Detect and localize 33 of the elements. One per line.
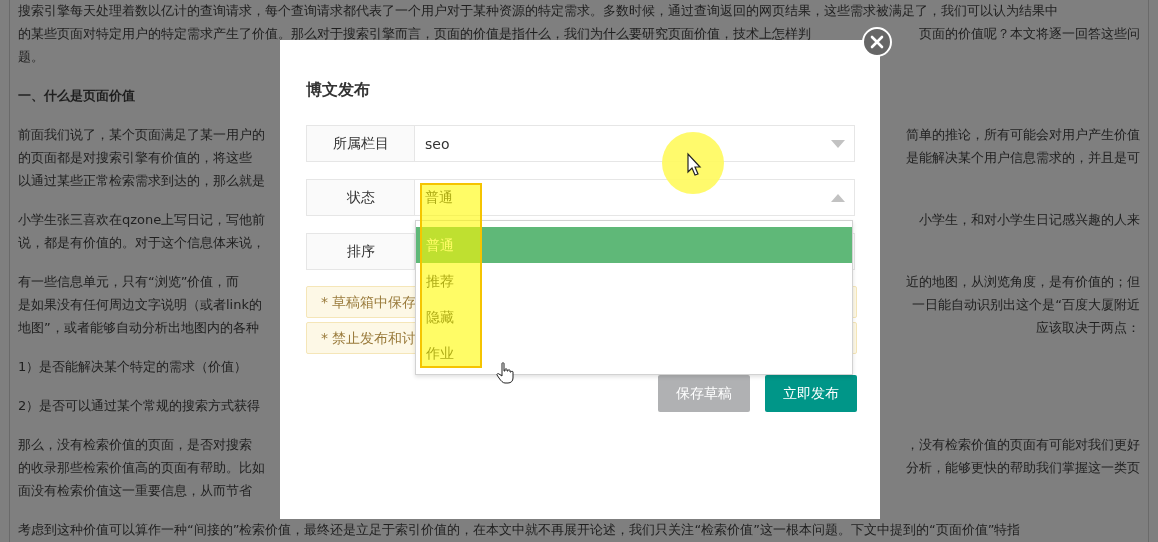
- save-draft-button[interactable]: 保存草稿: [658, 375, 750, 412]
- caret-icon: [831, 193, 845, 202]
- article-text: 的页面都是对搜索引擎有价值的，将这些: [18, 149, 252, 167]
- article-text: 题。: [18, 48, 44, 66]
- field-label: 所属栏目: [306, 125, 415, 162]
- article-text: 1）是否能解决某个特定的需求（价值）: [18, 358, 248, 376]
- article-text: 小学生，和对小学生日记感兴趣的人来: [919, 211, 1140, 229]
- article-text: 应该取决于两点：: [1036, 319, 1140, 337]
- article-text: 说，都是有价值的。对于这个信息体来说，: [18, 234, 265, 252]
- publish-button[interactable]: 立即发布: [765, 375, 857, 412]
- article-text: 简单的推论，所有可能会对用户产生价值: [906, 126, 1140, 144]
- dialog-title: 博文发布: [306, 79, 371, 101]
- article-text: 的某些页面对特定用户的特定需求产生了价值。那么对于搜索引擎而言，页面的价值是指什么，我们为什么要研究页面价值，技术上怎样判: [18, 25, 811, 43]
- article-text: 有一些信息单元，只有“浏览”价值，而: [18, 273, 240, 291]
- article-text: ，没有检索价值的页面有可能对我们更好: [906, 436, 1140, 454]
- cursor-highlight-icon: [662, 132, 724, 194]
- dropdown-option[interactable]: 普通: [416, 227, 852, 263]
- article-text: 是能解决某个用户信息需求的，并且是可: [906, 149, 1140, 167]
- article-text: 以通过某些正常检索需求到达的，那么就是: [18, 172, 265, 190]
- field-label: 排序: [306, 233, 415, 270]
- close-icon[interactable]: [862, 27, 892, 57]
- article-text: 那么，没有检索价值的页面，是否对搜索: [18, 436, 252, 454]
- article-text: 2）是否可以通过某个常规的搜索方式获得: [18, 397, 261, 415]
- field-label: 状态: [306, 179, 415, 216]
- article-text: 是如果没有任何周边文字说明（或者link的: [18, 296, 262, 314]
- article-text: 小学生张三喜欢在qzone上写日记，写他前: [18, 211, 266, 229]
- select-field[interactable]: seo: [415, 125, 855, 162]
- section-heading: 一、什么是页面价值: [18, 87, 135, 105]
- select-field[interactable]: 普通: [415, 179, 855, 216]
- article-text: 地图”，或者能够自动分析出地图内的各种: [18, 319, 259, 337]
- caret-icon: [831, 139, 845, 148]
- article-text: 的收录那些检索价值高的页面有帮助。比如: [18, 459, 265, 477]
- article-text: 近的地图，从浏览角度，是有价值的；但: [906, 273, 1140, 291]
